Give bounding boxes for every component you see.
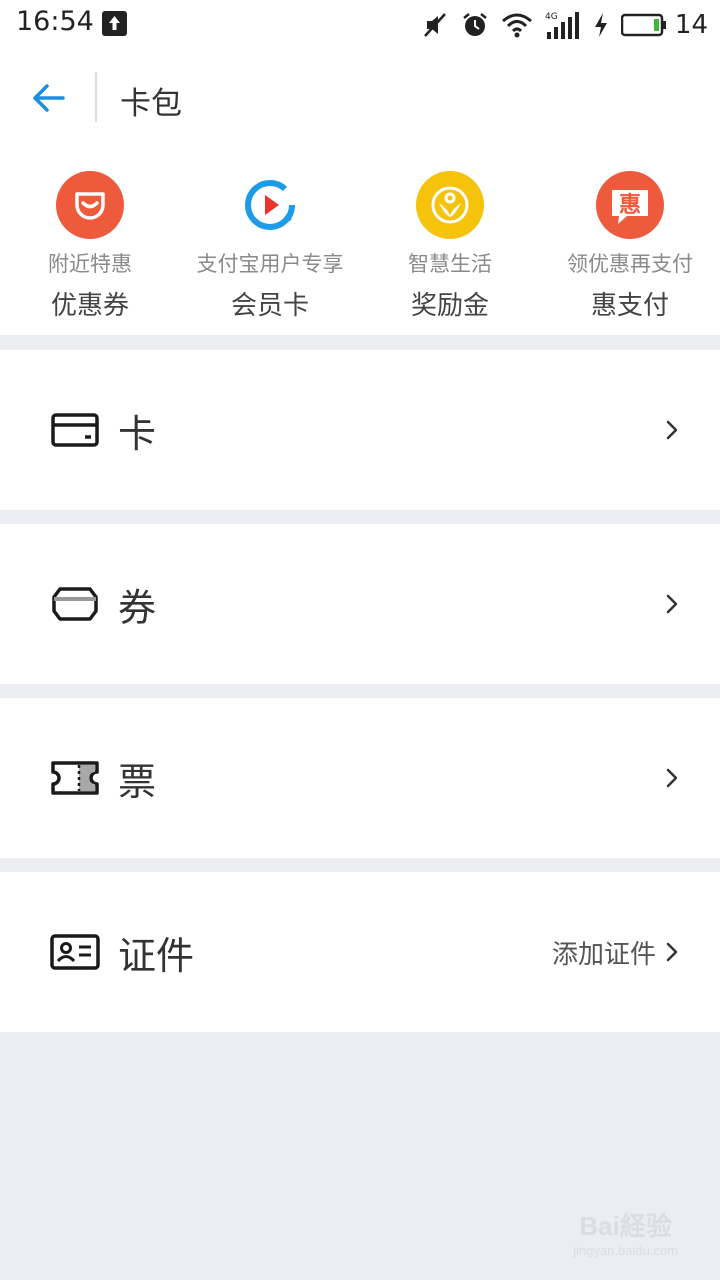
status-bar: 16:54 4G 14 <box>0 0 720 50</box>
quick-entry-subtitle: 智慧生活 <box>408 252 492 276</box>
row-ticket[interactable]: 票 <box>0 698 720 858</box>
quick-entry-title: 奖励金 <box>410 291 489 321</box>
network-label: 4G <box>545 12 558 22</box>
row-card[interactable]: 卡 <box>0 350 720 510</box>
chevron-right-icon <box>664 766 680 790</box>
quick-entry-title: 优惠券 <box>50 291 129 321</box>
baidu-jingyan-watermark: Bai経验 jingyan.baidu.com <box>573 1206 678 1258</box>
play-ring-icon <box>236 171 304 239</box>
quick-entry-subtitle: 领优惠再支付 <box>567 252 693 276</box>
coupon-icon <box>50 584 100 624</box>
row-label: 卡 <box>118 411 157 456</box>
card-icon <box>50 410 100 450</box>
page-title: 卡包 <box>120 86 182 122</box>
watermark-url: jingyan.baidu.com <box>573 1243 678 1258</box>
chevron-right-icon <box>664 940 680 964</box>
watermark-logo: Bai経验 <box>579 1211 672 1241</box>
add-id-link[interactable]: 添加证件 <box>552 934 656 971</box>
quick-entry-reward[interactable]: 智慧生活 奖励金 <box>360 145 540 335</box>
chevron-right-icon <box>664 592 680 616</box>
quick-entries: 附近特惠 优惠券 支付宝用户专享 会员卡 智慧生活 奖励金 惠 领优惠再支付 惠… <box>0 145 720 335</box>
id-card-icon <box>50 932 100 972</box>
coupon-smile-icon <box>56 171 124 239</box>
quick-entry-coupon[interactable]: 附近特惠 优惠券 <box>0 145 180 335</box>
quick-entry-title: 惠支付 <box>590 291 669 321</box>
alarm-icon <box>461 11 489 39</box>
battery-icon <box>620 13 667 37</box>
arrow-left-icon <box>33 84 65 112</box>
quick-entry-membership[interactable]: 支付宝用户专享 会员卡 <box>180 145 360 335</box>
header-bar: 卡包 <box>0 50 720 145</box>
header-divider <box>95 72 97 122</box>
quick-entry-title: 会员卡 <box>230 291 309 321</box>
wifi-icon <box>501 11 533 39</box>
row-id-documents[interactable]: 证件 添加证件 <box>0 872 720 1032</box>
hui-badge-glyph: 惠 <box>619 193 641 218</box>
charging-icon <box>593 11 609 39</box>
quick-entry-subtitle: 附近特惠 <box>48 252 132 276</box>
back-button[interactable] <box>28 78 68 118</box>
quick-entry-subtitle: 支付宝用户专享 <box>196 252 344 276</box>
row-label: 证件 <box>118 933 195 978</box>
battery-level: 14 <box>674 10 708 40</box>
sprout-coin-icon <box>416 171 484 239</box>
status-time: 16:54 <box>16 6 94 37</box>
chevron-right-icon <box>664 418 680 442</box>
upload-notification-icon <box>102 11 127 36</box>
row-label: 票 <box>118 759 157 804</box>
quick-entry-hui-pay[interactable]: 惠 领优惠再支付 惠支付 <box>540 145 720 335</box>
signal-icon: 4G <box>545 10 581 40</box>
mute-icon <box>421 11 449 39</box>
row-coupon[interactable]: 券 <box>0 524 720 684</box>
ticket-icon <box>50 758 100 798</box>
row-label: 券 <box>118 585 157 630</box>
hui-badge-icon: 惠 <box>596 171 664 239</box>
